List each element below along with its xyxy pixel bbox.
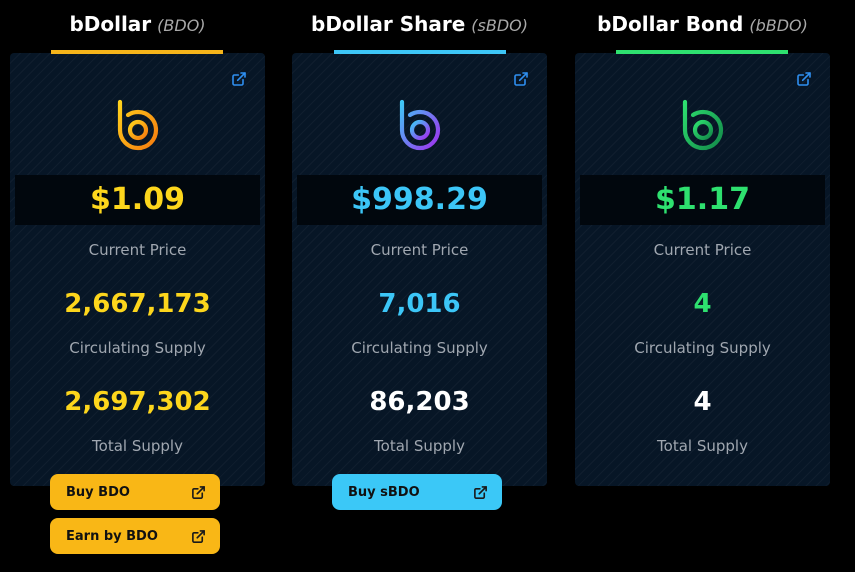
circulating-supply-label: Circulating Supply	[69, 339, 206, 357]
tab-underline-sbdo	[334, 50, 506, 54]
bdollar-bond-logo-icon	[682, 99, 723, 151]
buy-bdo-label: Buy BDO	[66, 484, 130, 500]
total-supply-label: Total Supply	[657, 437, 748, 455]
external-link-icon[interactable]	[796, 71, 812, 87]
token-ticker: (bBDO)	[749, 16, 808, 35]
price-box: $1.17	[580, 175, 825, 225]
token-name: bDollar Share	[311, 12, 466, 36]
current-price-label: Current Price	[370, 241, 469, 259]
circulating-supply-value: 7,016	[378, 289, 461, 319]
total-supply-value: 4	[693, 387, 712, 417]
external-link-icon	[192, 529, 205, 543]
earn-by-bdo-button[interactable]: Earn by BDO	[50, 518, 220, 554]
token-column-sbdo: bDollar Share (sBDO) $998.29 Current Pric…	[292, 0, 547, 486]
total-supply-value: 86,203	[369, 387, 470, 417]
tab-underline-bdo	[51, 50, 223, 54]
current-price-label: Current Price	[653, 241, 752, 259]
total-supply-value: 2,697,302	[64, 387, 211, 417]
token-header: bDollar Share (sBDO)	[292, 0, 547, 54]
token-card: $1.17 Current Price 4 Circulating Supply…	[575, 53, 830, 486]
token-header: bDollar Bond (bBDO)	[575, 0, 830, 54]
external-link-icon	[192, 485, 205, 499]
earn-by-bdo-label: Earn by BDO	[66, 528, 158, 544]
bdollar-share-logo-icon	[399, 99, 440, 151]
external-link-icon[interactable]	[231, 71, 247, 87]
total-supply-label: Total Supply	[92, 437, 183, 455]
token-header: bDollar (BDO)	[10, 0, 265, 54]
current-price-label: Current Price	[88, 241, 187, 259]
circulating-supply-value: 4	[693, 289, 712, 319]
buy-bdo-button[interactable]: Buy BDO	[50, 474, 220, 510]
external-link-icon[interactable]	[513, 71, 529, 87]
circulating-supply-label: Circulating Supply	[351, 339, 488, 357]
current-price: $1.17	[655, 182, 750, 217]
buy-sbdo-label: Buy sBDO	[348, 484, 420, 500]
total-supply-label: Total Supply	[374, 437, 465, 455]
token-column-bdo: bDollar (BDO) $1.09 Current Price 2,667,1…	[10, 0, 265, 486]
current-price: $998.29	[351, 182, 488, 217]
circulating-supply-value: 2,667,173	[64, 289, 211, 319]
token-card: $998.29 Current Price 7,016 Circulating …	[292, 53, 547, 486]
token-column-bbdo: bDollar Bond (bBDO) $1.17 Current Price 4…	[575, 0, 830, 486]
external-link-icon	[474, 485, 487, 499]
price-box: $998.29	[297, 175, 542, 225]
bdollar-logo-icon	[117, 99, 158, 151]
current-price: $1.09	[90, 182, 185, 217]
token-ticker: (sBDO)	[471, 16, 528, 35]
buy-sbdo-button[interactable]: Buy sBDO	[332, 474, 502, 510]
token-name: bDollar	[69, 12, 152, 36]
token-ticker: (BDO)	[157, 16, 206, 35]
circulating-supply-label: Circulating Supply	[634, 339, 771, 357]
price-box: $1.09	[15, 175, 260, 225]
token-name: bDollar Bond	[597, 12, 744, 36]
tab-underline-bbdo	[616, 50, 788, 54]
token-card: $1.09 Current Price 2,667,173 Circulatin…	[10, 53, 265, 486]
